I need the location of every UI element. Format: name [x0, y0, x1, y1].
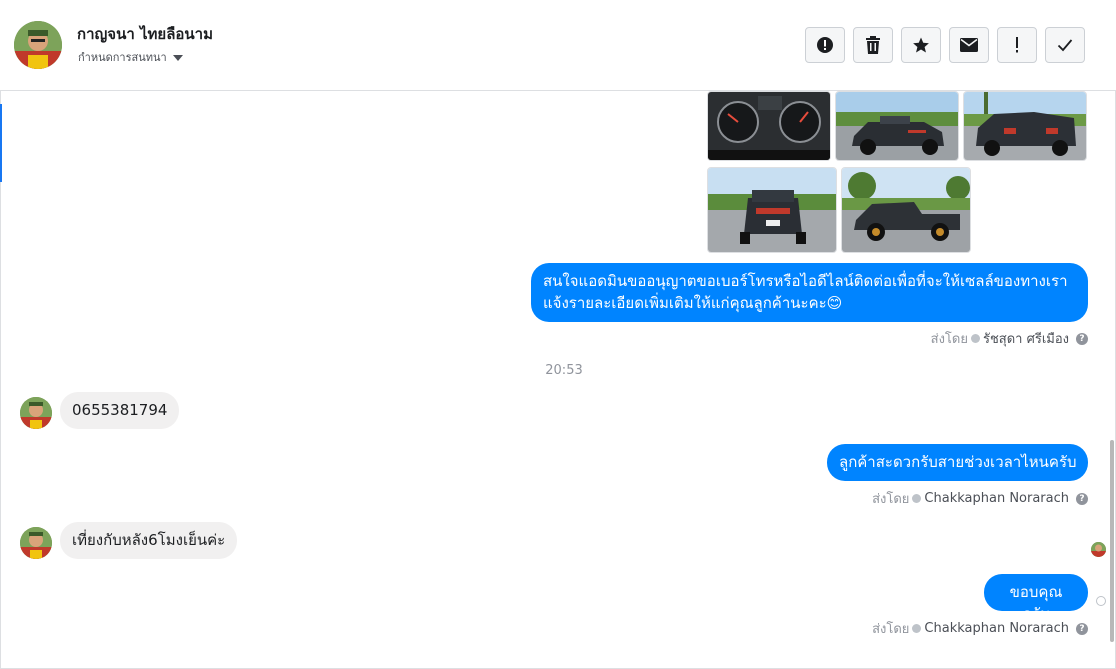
image-attachment[interactable]: [707, 91, 831, 161]
outgoing-message[interactable]: สนใจแอดมินขออนุญาตขอเบอร์โทรหรือไอดีไลน์…: [531, 263, 1088, 322]
follow-up-button[interactable]: [997, 27, 1037, 63]
outgoing-message[interactable]: ลูกค้าสะดวกรับสายช่วงเวลาไหนครับ: [827, 444, 1088, 481]
spam-button[interactable]: [805, 27, 845, 63]
seen-indicator-avatar: [1091, 542, 1106, 557]
incoming-message[interactable]: 0655381794: [60, 392, 180, 429]
star-button[interactable]: [901, 27, 941, 63]
agent-name[interactable]: รัชสุดา ศรีเมือง: [983, 328, 1069, 349]
outgoing-message[interactable]: ขอบคุณครับ: [984, 574, 1088, 623]
agent-status-icon: [912, 624, 922, 633]
envelope-icon: [960, 38, 978, 52]
help-icon[interactable]: ?: [1076, 492, 1088, 505]
conversation-header: กาญจนา ไทยลือนาม กำหนดการสนทนา: [0, 0, 1116, 91]
sent-by-info: ส่งโดย Chakkaphan Norarach ?: [872, 488, 1088, 509]
star-icon: [913, 37, 929, 53]
conversation-timestamp: 20:53: [545, 363, 583, 378]
caret-down-icon: [172, 54, 183, 61]
mark-unread-button[interactable]: [949, 27, 989, 63]
contact-name[interactable]: กาญจนา ไทยลือนาม: [77, 22, 213, 46]
sent-by-label: ส่งโดย: [872, 622, 910, 637]
help-icon[interactable]: ?: [1076, 332, 1088, 345]
message-text: สนใจแอดมินขออนุญาตขอเบอร์โทรหรือไอดีไลน์…: [543, 272, 1068, 290]
agent-name[interactable]: Chakkaphan Norarach: [924, 621, 1069, 636]
trash-icon: [866, 36, 880, 54]
alert-circle-icon: [817, 37, 833, 53]
incoming-message[interactable]: เที่ยงกับหลัง6โมงเย็นค่ะ: [60, 522, 238, 559]
message-text: เที่ยงกับหลัง6โมงเย็นค่ะ: [72, 531, 226, 549]
sender-avatar[interactable]: [20, 397, 52, 429]
assign-conversation-dropdown[interactable]: กำหนดการสนทนา: [78, 48, 183, 66]
check-icon: [1057, 39, 1073, 52]
image-attachment[interactable]: [835, 91, 959, 161]
sent-by-info: ส่งโดย รัชสุดา ศรีเมือง ?: [931, 328, 1088, 349]
help-icon[interactable]: ?: [1076, 622, 1088, 635]
image-attachment[interactable]: [841, 167, 971, 253]
agent-name[interactable]: Chakkaphan Norarach: [924, 491, 1069, 506]
contact-avatar[interactable]: [14, 21, 62, 69]
assign-label: กำหนดการสนทนา: [78, 51, 167, 64]
message-text: แจ้งรายละเอียดเพิ่มเติมให้แก่คุณลูกค้านะ…: [543, 294, 843, 312]
agent-status-icon: [912, 494, 922, 503]
message-text: 0655381794: [72, 401, 168, 419]
scrollbar-thumb[interactable]: [1110, 440, 1114, 642]
sent-by-label: ส่งโดย: [930, 332, 968, 347]
delete-button[interactable]: [853, 27, 893, 63]
active-indicator: [0, 104, 2, 182]
delivered-check-icon: [1096, 596, 1106, 606]
message-text: ลูกค้าสะดวกรับสายช่วงเวลาไหนครับ: [839, 453, 1077, 471]
sent-by-info: ส่งโดย Chakkaphan Norarach ?: [872, 618, 1088, 639]
exclamation-icon: [1016, 37, 1018, 53]
image-attachment[interactable]: [963, 91, 1087, 161]
sent-by-label: ส่งโดย: [872, 492, 910, 507]
agent-status-icon: [970, 334, 980, 343]
image-attachment[interactable]: [707, 167, 837, 253]
mark-done-button[interactable]: [1045, 27, 1085, 63]
sender-avatar[interactable]: [20, 527, 52, 559]
